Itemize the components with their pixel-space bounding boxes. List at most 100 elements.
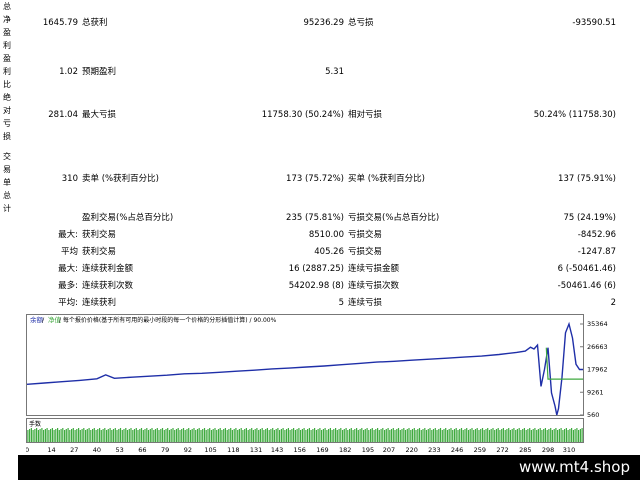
volume-bar — [210, 430, 213, 442]
volume-bar — [480, 429, 482, 442]
volume-bar — [310, 430, 312, 442]
volume-bar — [450, 428, 452, 442]
volume-bar — [434, 428, 436, 442]
volume-bar — [121, 430, 123, 442]
volume-bar — [92, 429, 94, 442]
volume-bar — [350, 428, 352, 442]
volume-bar — [506, 429, 508, 442]
volume-bar — [104, 428, 106, 442]
volume-bar — [338, 429, 340, 442]
row-value-tertiary: 137 (75.91%) — [558, 174, 616, 184]
volume-bar — [140, 428, 143, 442]
row-value-tertiary: 75 (24.19%) — [563, 213, 616, 223]
volume-bar — [156, 428, 158, 442]
volume-bar — [286, 429, 288, 442]
row-label-tertiary: 总亏损 — [348, 18, 374, 28]
row-value-tertiary: 6 (-50461.46) — [557, 264, 616, 274]
row-value-secondary: 8510.00 — [308, 230, 344, 240]
volume-bar — [55, 429, 57, 442]
volume-bar — [273, 430, 275, 442]
price-plot-frame — [26, 314, 584, 416]
volume-bar — [175, 429, 178, 442]
row-label-secondary: 总获利 — [82, 18, 108, 28]
volume-bar — [520, 430, 522, 442]
volume-bar — [158, 430, 160, 442]
volume-bar — [565, 428, 567, 442]
volume-bar — [557, 430, 559, 442]
volume-bar — [107, 429, 109, 442]
row-value-secondary: 235 (75.81%) — [286, 213, 344, 223]
volume-bar — [142, 430, 144, 442]
xtick-label: 92 — [184, 446, 192, 454]
xtick-label: 233 — [428, 446, 440, 454]
volume-bar — [427, 429, 429, 442]
equity-chart: 余额 / 净值 / 每个报价价格(基于所有可用的最小时段的每一个价格的分形插值计… — [26, 313, 614, 455]
volume-bar — [177, 428, 179, 442]
volume-bar — [425, 430, 428, 442]
volume-bar — [231, 430, 233, 442]
volume-bar — [572, 430, 574, 442]
volume-bar — [378, 430, 380, 442]
row-value-tertiary: 50.24% (11758.30) — [533, 110, 616, 120]
volume-bar — [335, 428, 337, 442]
row-label-secondary: 盈利交易(%占总百分比) — [82, 213, 174, 223]
volume-bar — [30, 428, 32, 442]
volume-bar — [474, 429, 477, 442]
xtick-label: 310 — [563, 446, 575, 454]
volume-bar — [497, 428, 499, 442]
volume-bar — [275, 429, 277, 442]
xtick-label: 220 — [405, 446, 417, 454]
xtick-label: 156 — [294, 446, 306, 454]
volume-bar — [432, 429, 435, 442]
volume-bar — [133, 429, 136, 442]
xtick-label: 182 — [339, 446, 351, 454]
row-value-primary: 1645.79 — [42, 18, 78, 28]
volume-bar — [83, 428, 85, 442]
watermark-bar: www.mt4.shop — [18, 455, 640, 480]
volume-bar — [413, 428, 415, 442]
volume-bar — [331, 430, 333, 442]
volume-bar — [258, 430, 260, 442]
row-label-tertiary: 连续亏损次数 — [348, 281, 400, 291]
volume-bar — [112, 429, 115, 442]
row-label-tertiary: 亏损交易(%占总百分比) — [348, 213, 440, 223]
volume-bar — [336, 430, 338, 442]
row-value-tertiary: -1247.87 — [577, 247, 616, 257]
row-label-secondary: 预期盈利 — [82, 67, 117, 77]
volume-bar — [135, 428, 137, 442]
row-value-primary: 1.02 — [59, 67, 78, 77]
volume-bar — [314, 428, 316, 442]
volume-bar — [289, 430, 291, 442]
volume-bar — [128, 429, 130, 442]
row-value-primary: 平均 — [60, 247, 78, 257]
xtick-label: 66 — [138, 446, 146, 454]
volume-bar — [39, 429, 41, 442]
volume-bar — [324, 428, 326, 442]
volume-bar — [384, 430, 386, 442]
volume-bar — [245, 428, 247, 442]
row-label-secondary: 连续获利 — [82, 298, 117, 308]
volume-bar — [544, 428, 546, 442]
volume-bar — [488, 430, 491, 442]
volume-bar — [153, 430, 155, 442]
volume-bar — [132, 430, 134, 442]
volume-bar — [420, 430, 422, 442]
volume-bar — [530, 430, 532, 442]
chart-header: 余额 / 净值 / 每个报价价格(基于所有可用的最小时段的每一个价格的分形插值计… — [30, 315, 277, 324]
volume-bar — [29, 429, 31, 442]
volume-bar — [527, 429, 529, 442]
volume-bar — [457, 430, 459, 442]
volume-bar — [126, 430, 129, 442]
volume-bar — [551, 430, 553, 442]
volume-bar — [167, 428, 169, 442]
volume-bar — [411, 429, 414, 442]
volume-bar — [445, 428, 447, 442]
volume-bar — [32, 430, 34, 442]
volume-bar — [184, 430, 186, 442]
volume-bar — [492, 428, 494, 442]
row-label-tertiary: 连续亏损 — [348, 298, 383, 308]
volume-bar — [249, 429, 251, 442]
xtick-label: 0 — [26, 446, 29, 454]
volume-bar — [46, 428, 48, 442]
volume-bar — [494, 430, 496, 442]
